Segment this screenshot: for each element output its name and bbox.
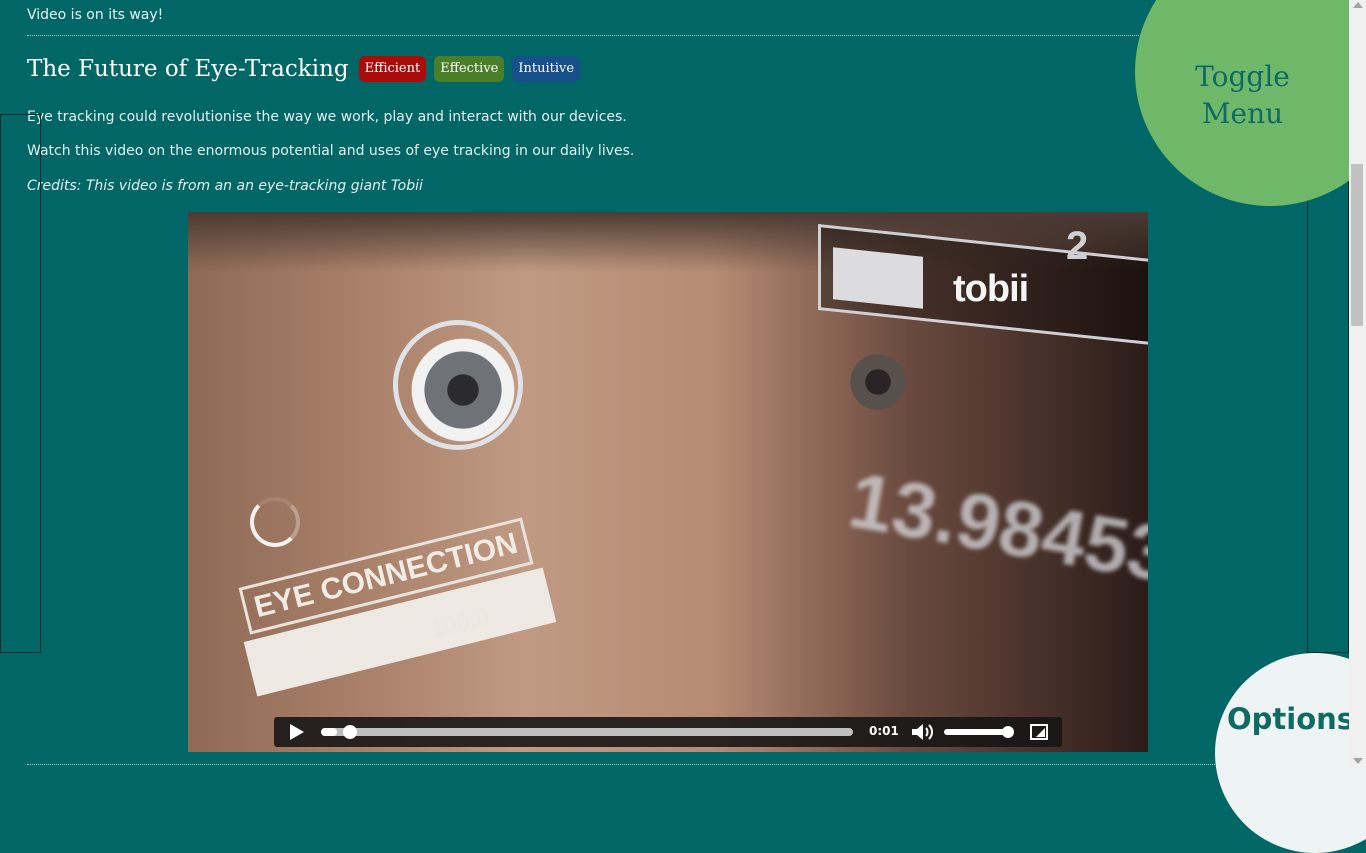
divider <box>27 35 1309 36</box>
page-title: The Future of Eye-Tracking <box>27 56 349 82</box>
time-display: 0:01 <box>869 724 899 738</box>
left-side-panel <box>0 114 41 653</box>
overlay-number: 2 <box>1066 224 1089 268</box>
video-eye-right <box>838 352 918 412</box>
options-button[interactable] <box>1215 653 1366 853</box>
video-player[interactable]: tobii 2 13.98453 EYE CONNECTION 100.0 <box>188 212 1148 752</box>
divider-bottom <box>27 764 1227 765</box>
tobii-panel <box>833 247 923 309</box>
badge-intuitive: Intuitive <box>512 56 581 82</box>
overlay-blur-number: 13.98453 <box>842 455 1148 599</box>
fullscreen-icon[interactable] <box>1030 724 1048 740</box>
progress-bar[interactable] <box>321 725 853 739</box>
eye-tracking-ring <box>393 320 523 450</box>
article-heading: The Future of Eye-Tracking Efficient Eff… <box>27 56 581 82</box>
loading-spinner-icon <box>250 497 300 547</box>
paragraph-intro: Eye tracking could revolutionise the way… <box>27 109 627 125</box>
volume-slider[interactable] <box>944 726 1014 738</box>
status-text: Video is on its way! <box>27 7 164 23</box>
scroll-down-icon[interactable] <box>1353 758 1363 764</box>
volume-icon[interactable] <box>910 722 934 742</box>
scroll-thumb[interactable] <box>1351 164 1363 326</box>
scroll-up-icon[interactable] <box>1353 2 1363 8</box>
play-icon[interactable] <box>290 724 304 740</box>
progress-knob[interactable] <box>342 725 357 739</box>
credits-text: Credits: This video is from an an eye-tr… <box>27 178 423 194</box>
badge-efficient: Efficient <box>358 56 427 82</box>
paragraph-watch: Watch this video on the enormous potenti… <box>27 143 635 159</box>
video-controls: 0:01 <box>274 717 1062 747</box>
volume-knob[interactable] <box>1002 726 1014 738</box>
tobii-logo: tobii <box>953 268 1029 310</box>
options-label[interactable]: Options <box>1227 702 1354 736</box>
toggle-menu-label[interactable]: Toggle Menu <box>1160 58 1325 132</box>
progress-fill <box>321 728 337 736</box>
scrollbar[interactable] <box>1349 0 1366 768</box>
badge-effective: Effective <box>434 56 505 82</box>
